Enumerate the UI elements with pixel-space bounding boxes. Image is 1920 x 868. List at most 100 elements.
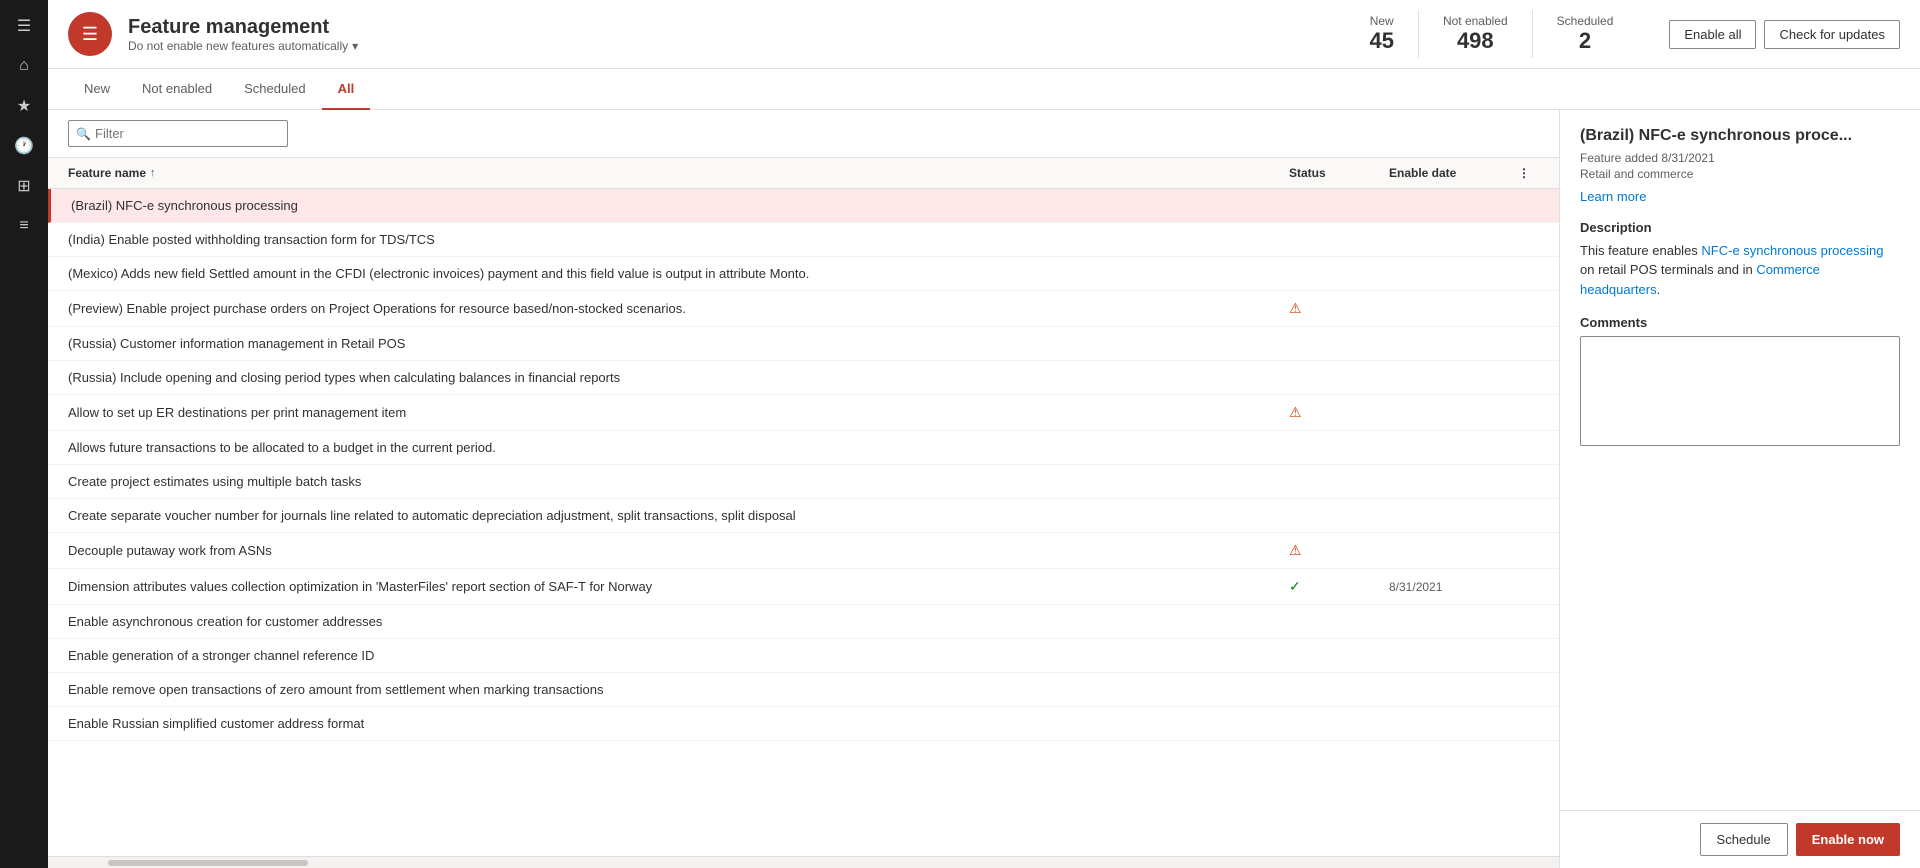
stat-scheduled: Scheduled 2	[1533, 10, 1638, 58]
header-subtitle[interactable]: Do not enable new features automatically…	[128, 39, 1329, 53]
detail-footer: Schedule Enable now	[1560, 810, 1920, 868]
table-row[interactable]: Allow to set up ER destinations per prin…	[48, 395, 1559, 431]
table-row[interactable]: Enable generation of a stronger channel …	[48, 639, 1559, 673]
header-title-area: Feature management Do not enable new fea…	[128, 16, 1329, 53]
row-feature-name: (Preview) Enable project purchase orders…	[68, 301, 1289, 316]
detail-content: (Brazil) NFC-e synchronous proce... Feat…	[1560, 110, 1920, 810]
row-feature-name: (Brazil) NFC-e synchronous processing	[71, 198, 1289, 213]
row-feature-name: Allow to set up ER destinations per prin…	[68, 405, 1289, 420]
recent-nav-icon[interactable]: 🕐	[6, 128, 42, 164]
column-header-more: ⋮	[1509, 166, 1539, 180]
table-row[interactable]: Enable remove open transactions of zero …	[48, 673, 1559, 707]
table-row[interactable]: Enable Russian simplified customer addre…	[48, 707, 1559, 741]
row-status: ✓	[1289, 578, 1389, 595]
description-highlight-1: NFC-e synchronous processing	[1701, 243, 1883, 258]
row-feature-name: Dimension attributes values collection o…	[68, 579, 1289, 594]
row-feature-name: Enable Russian simplified customer addre…	[68, 716, 1289, 731]
row-status: ⚠	[1289, 404, 1389, 421]
tab-bar: New Not enabled Scheduled All	[48, 69, 1920, 110]
table-row[interactable]: Enable asynchronous creation for custome…	[48, 605, 1559, 639]
row-enable-date: 8/31/2021	[1389, 580, 1509, 594]
subtitle-text: Do not enable new features automatically	[128, 39, 348, 53]
comments-label: Comments	[1580, 315, 1900, 330]
row-feature-name: (India) Enable posted withholding transa…	[68, 232, 1289, 247]
table-row[interactable]: Create project estimates using multiple …	[48, 465, 1559, 499]
tab-all[interactable]: All	[322, 69, 371, 110]
schedule-button[interactable]: Schedule	[1700, 823, 1788, 856]
row-feature-name: (Mexico) Adds new field Settled amount i…	[68, 266, 1289, 281]
row-feature-name: (Russia) Include opening and closing per…	[68, 370, 1289, 385]
check-for-updates-button[interactable]: Check for updates	[1764, 20, 1900, 49]
detail-description-text: This feature enables NFC-e synchronous p…	[1580, 241, 1900, 300]
scrollbar-thumb[interactable]	[108, 860, 308, 866]
hamburger-nav-icon[interactable]: ☰	[6, 8, 42, 44]
detail-title: (Brazil) NFC-e synchronous proce...	[1580, 126, 1900, 147]
stat-not-enabled-label: Not enabled	[1443, 14, 1508, 28]
tab-scheduled[interactable]: Scheduled	[228, 69, 321, 110]
detail-module: Retail and commerce	[1580, 167, 1900, 181]
sort-arrow-icon: ↑	[150, 167, 156, 179]
home-nav-icon[interactable]: ⌂	[6, 48, 42, 84]
row-feature-name: Create project estimates using multiple …	[68, 474, 1289, 489]
favorites-nav-icon[interactable]: ★	[6, 88, 42, 124]
table-row[interactable]: (Russia) Include opening and closing per…	[48, 361, 1559, 395]
list-nav-icon[interactable]: ≡	[6, 208, 42, 244]
row-feature-name: Enable remove open transactions of zero …	[68, 682, 1289, 697]
column-header-name[interactable]: Feature name ↑	[68, 166, 1289, 180]
table-row[interactable]: Decouple putaway work from ASNs⚠	[48, 533, 1559, 569]
detail-panel: (Brazil) NFC-e synchronous proce... Feat…	[1560, 110, 1920, 868]
row-status: ⚠	[1289, 300, 1389, 317]
row-feature-name: Allows future transactions to be allocat…	[68, 440, 1289, 455]
detail-feature-added: Feature added 8/31/2021	[1580, 151, 1900, 165]
learn-more-link[interactable]: Learn more	[1580, 189, 1646, 204]
stat-scheduled-label: Scheduled	[1557, 14, 1614, 28]
table-row[interactable]: (Preview) Enable project purchase orders…	[48, 291, 1559, 327]
horizontal-scrollbar[interactable]	[48, 856, 1559, 868]
header-actions: Enable all Check for updates	[1669, 20, 1900, 49]
filter-bar: 🔍	[48, 110, 1559, 158]
row-feature-name: (Russia) Customer information management…	[68, 336, 1289, 351]
warning-icon: ⚠	[1289, 300, 1302, 317]
page-header-icon: ☰	[68, 12, 112, 56]
column-header-status: Status	[1289, 166, 1389, 180]
stat-not-enabled-value: 498	[1443, 28, 1508, 54]
content-area: 🔍 Feature name ↑ Status Enable date ⋮ (B…	[48, 110, 1920, 868]
feature-list-panel: 🔍 Feature name ↑ Status Enable date ⋮ (B…	[48, 110, 1560, 868]
row-feature-name: Enable generation of a stronger channel …	[68, 648, 1289, 663]
detail-description-title: Description	[1580, 220, 1900, 235]
page-title: Feature management	[128, 16, 1329, 39]
table-row[interactable]: Allows future transactions to be allocat…	[48, 431, 1559, 465]
chevron-down-icon: ▾	[352, 39, 358, 53]
success-icon: ✓	[1289, 578, 1301, 595]
filter-input-wrap: 🔍	[68, 120, 288, 147]
warning-icon: ⚠	[1289, 542, 1302, 559]
warning-icon: ⚠	[1289, 404, 1302, 421]
stat-new-label: New	[1369, 14, 1393, 28]
page-header: ☰ Feature management Do not enable new f…	[48, 0, 1920, 69]
comments-input[interactable]	[1580, 336, 1900, 446]
table-row[interactable]: (India) Enable posted withholding transa…	[48, 223, 1559, 257]
table-row[interactable]: (Brazil) NFC-e synchronous processing	[48, 189, 1559, 223]
table-row[interactable]: Dimension attributes values collection o…	[48, 569, 1559, 605]
search-icon: 🔍	[76, 127, 91, 141]
table-row[interactable]: Create separate voucher number for journ…	[48, 499, 1559, 533]
tab-new[interactable]: New	[68, 69, 126, 110]
feature-rows: (Brazil) NFC-e synchronous processing (In…	[48, 189, 1559, 856]
row-feature-name: Enable asynchronous creation for custome…	[68, 614, 1289, 629]
row-status: ⚠	[1289, 542, 1389, 559]
enable-now-button[interactable]: Enable now	[1796, 823, 1900, 856]
stat-not-enabled: Not enabled 498	[1419, 10, 1533, 58]
filter-input[interactable]	[68, 120, 288, 147]
left-nav: ☰ ⌂ ★ 🕐 ⊞ ≡	[0, 0, 48, 868]
table-header: Feature name ↑ Status Enable date ⋮	[48, 158, 1559, 189]
main-area: ☰ Feature management Do not enable new f…	[48, 0, 1920, 868]
header-stats: New 45 Not enabled 498 Scheduled 2	[1345, 10, 1637, 58]
stat-scheduled-value: 2	[1557, 28, 1614, 54]
table-row[interactable]: (Mexico) Adds new field Settled amount i…	[48, 257, 1559, 291]
workspace-nav-icon[interactable]: ⊞	[6, 168, 42, 204]
enable-all-button[interactable]: Enable all	[1669, 20, 1756, 49]
row-feature-name: Decouple putaway work from ASNs	[68, 543, 1289, 558]
tab-not-enabled[interactable]: Not enabled	[126, 69, 228, 110]
table-row[interactable]: (Russia) Customer information management…	[48, 327, 1559, 361]
description-highlight-2: Commerce headquarters	[1580, 262, 1820, 297]
